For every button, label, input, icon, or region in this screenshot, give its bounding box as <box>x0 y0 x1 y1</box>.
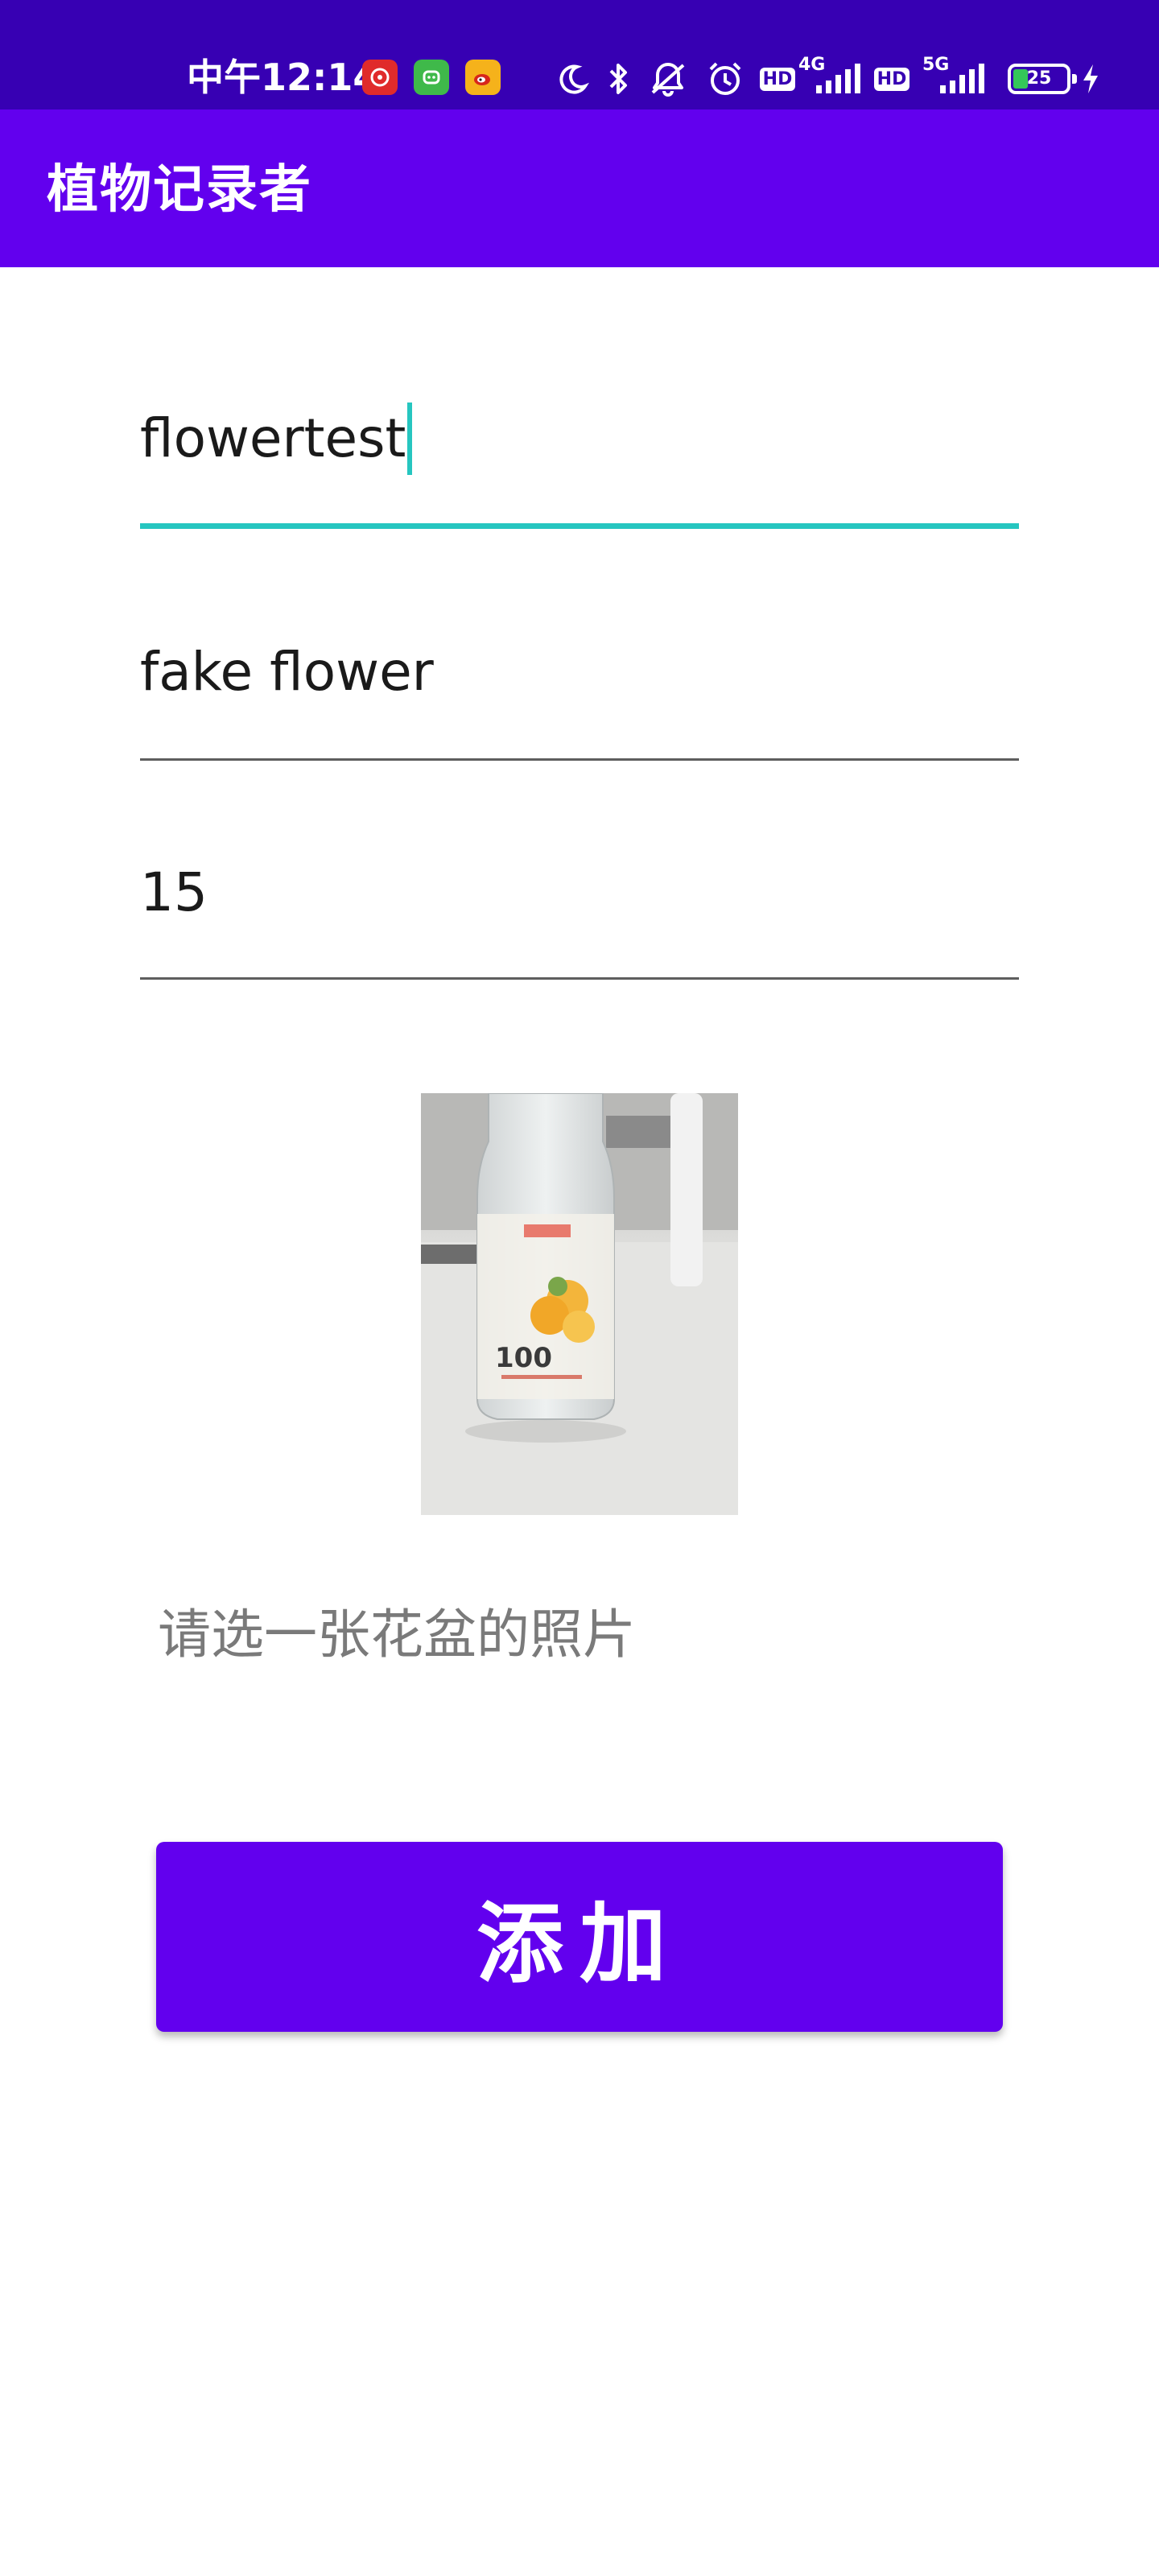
plant-count-field[interactable]: 15 <box>140 832 1019 985</box>
alarm-icon <box>705 58 745 100</box>
battery-level: 25 <box>1026 68 1052 89</box>
status-time: 中午12:14 <box>187 56 379 99</box>
add-button-label: 添加 <box>476 1894 683 1995</box>
plant-type-field[interactable]: fake flower <box>140 612 1019 765</box>
bluetooth-icon <box>602 58 634 100</box>
weibo-icon <box>465 60 501 95</box>
charging-icon <box>1079 58 1103 100</box>
plant-name-value: flowertest <box>140 407 406 469</box>
hd-icon: HD <box>873 58 910 100</box>
focused-underline <box>140 523 1019 529</box>
battery-icon: 25 <box>1003 58 1077 100</box>
signal-icon <box>813 58 864 100</box>
wechat-like-icon <box>414 60 449 95</box>
add-button[interactable]: 添加 <box>156 1842 1003 2032</box>
plant-photo[interactable]: 100 <box>421 1093 738 1515</box>
field-underline <box>140 977 1019 980</box>
moon-icon <box>554 58 592 100</box>
hd-icon: HD <box>759 58 796 100</box>
text-cursor <box>407 402 413 475</box>
plant-type-value: fake flower <box>140 641 434 703</box>
app-bar: 植物记录者 <box>0 109 1159 267</box>
svg-text:100: 100 <box>495 1342 552 1374</box>
app-title: 植物记录者 <box>47 160 312 220</box>
field-underline <box>140 758 1019 761</box>
photo-hint-label[interactable]: 请选一张花盆的照片 <box>158 1599 636 1671</box>
status-bar: 中午12:14 HD 4G HD 5G 25 <box>0 0 1159 109</box>
plant-name-field[interactable]: flowertest <box>140 378 1019 531</box>
plant-count-value: 15 <box>140 861 208 923</box>
signal-icon <box>937 58 988 100</box>
mute-icon <box>644 58 692 100</box>
netease-music-icon <box>362 60 398 95</box>
photo-preview-image: 100 <box>421 1093 738 1515</box>
